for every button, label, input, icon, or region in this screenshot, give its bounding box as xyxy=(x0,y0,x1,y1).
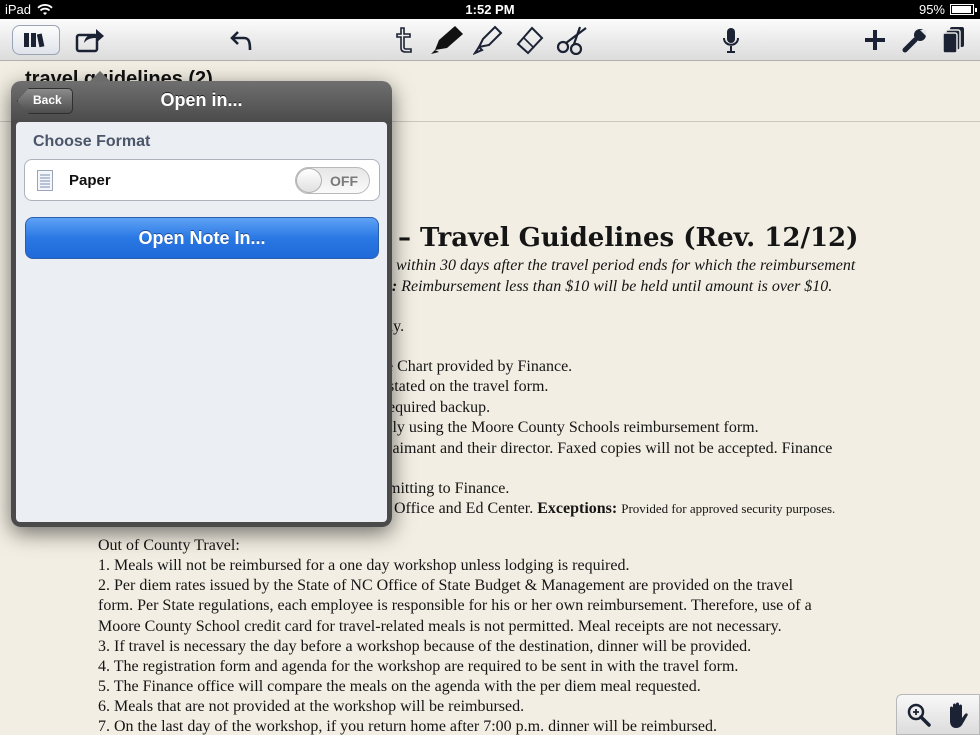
zoom-button[interactable] xyxy=(903,698,935,732)
choose-format-header: Choose Format xyxy=(33,133,151,150)
toggle-state: OFF xyxy=(330,173,358,189)
settings-button[interactable] xyxy=(900,23,930,57)
scissors-icon xyxy=(556,26,587,55)
scissors-button[interactable] xyxy=(554,23,592,57)
document-line: e Chart provided by Finance. xyxy=(386,358,573,375)
exceptions-text: Provided for approved security purposes. xyxy=(621,501,836,516)
document-line: Reimbursement less than $10 will be held… xyxy=(401,278,833,295)
document-line: 2. Per diem rates issued by the State of… xyxy=(98,577,794,594)
document-line: 4. The registration form and agenda for … xyxy=(98,658,739,675)
popover-arrow xyxy=(89,71,111,82)
battery-icon xyxy=(950,4,977,15)
share-button[interactable] xyxy=(72,23,108,57)
eraser-icon xyxy=(516,26,544,55)
share-icon xyxy=(75,29,104,53)
pen-button[interactable] xyxy=(426,23,468,57)
document-line: within 30 days after the travel period e… xyxy=(396,257,856,274)
library-icon xyxy=(24,33,45,48)
bottom-tools xyxy=(896,694,980,735)
pan-button[interactable] xyxy=(941,698,973,732)
exceptions-label: Exceptions: xyxy=(537,500,618,517)
document-line: 7. On the last day of the workshop, if y… xyxy=(98,718,717,735)
paper-icon xyxy=(37,170,53,191)
zoom-icon xyxy=(907,703,931,727)
document-line: form. Per State regulations, each employ… xyxy=(98,597,812,614)
toolbar xyxy=(0,19,980,61)
undo-button[interactable] xyxy=(226,23,258,57)
pen-icon xyxy=(431,26,463,54)
add-button[interactable] xyxy=(860,23,890,57)
toggle-knob xyxy=(296,168,322,193)
microphone-button[interactable] xyxy=(716,23,746,57)
document-line: mitting to Finance. xyxy=(388,480,510,497)
highlighter-icon xyxy=(473,25,503,55)
highlighter-button[interactable] xyxy=(470,23,506,57)
document-line: equired backup. xyxy=(388,399,491,416)
clock: 1:52 PM xyxy=(465,2,515,17)
document-line: 6. Meals that are not provided at the wo… xyxy=(98,698,525,715)
document-line: 3. If travel is necessary the day before… xyxy=(98,638,752,655)
paper-toggle[interactable]: OFF xyxy=(295,167,370,194)
wrench-icon xyxy=(902,29,926,53)
document-line: laimant and their director. Faxed copies… xyxy=(388,440,833,457)
add-icon xyxy=(865,30,885,50)
paper-label: Paper xyxy=(69,172,111,189)
document-line: stated on the travel form. xyxy=(388,378,549,395)
paper-format-row: Paper OFF xyxy=(24,159,380,201)
open-in-popover: Back Open in... Choose Format Paper OFF … xyxy=(11,71,392,527)
text-tool-button[interactable] xyxy=(390,23,418,57)
open-note-in-button[interactable]: Open Note In... xyxy=(25,217,379,259)
pages-icon xyxy=(942,27,964,54)
document-line: 5. The Finance office will compare the m… xyxy=(98,678,701,695)
popover-content: Choose Format Paper OFF Open Note In... xyxy=(16,122,387,522)
document-line: 1. Meals will not be reimbursed for a on… xyxy=(98,557,630,574)
document-line: Moore County School credit card for trav… xyxy=(98,618,782,635)
eraser-button[interactable] xyxy=(512,23,548,57)
hand-icon xyxy=(950,702,968,728)
document-line: Office and Ed Center. xyxy=(394,500,534,517)
document-line: lly using the Moore County Schools reimb… xyxy=(388,419,759,436)
pages-button[interactable] xyxy=(938,23,970,57)
text-tool-icon xyxy=(396,27,412,53)
battery-percent: 95% xyxy=(918,2,945,17)
popover-title: Open in... xyxy=(160,90,243,110)
undo-icon xyxy=(230,31,252,51)
document-heading: – Travel Guidelines (Rev. 12/12) xyxy=(398,223,859,253)
microphone-icon xyxy=(723,28,739,53)
document-line: Out of County Travel: xyxy=(98,537,240,554)
library-button[interactable] xyxy=(12,25,60,55)
status-bar: iPad 1:52 PM 95% xyxy=(0,0,980,19)
